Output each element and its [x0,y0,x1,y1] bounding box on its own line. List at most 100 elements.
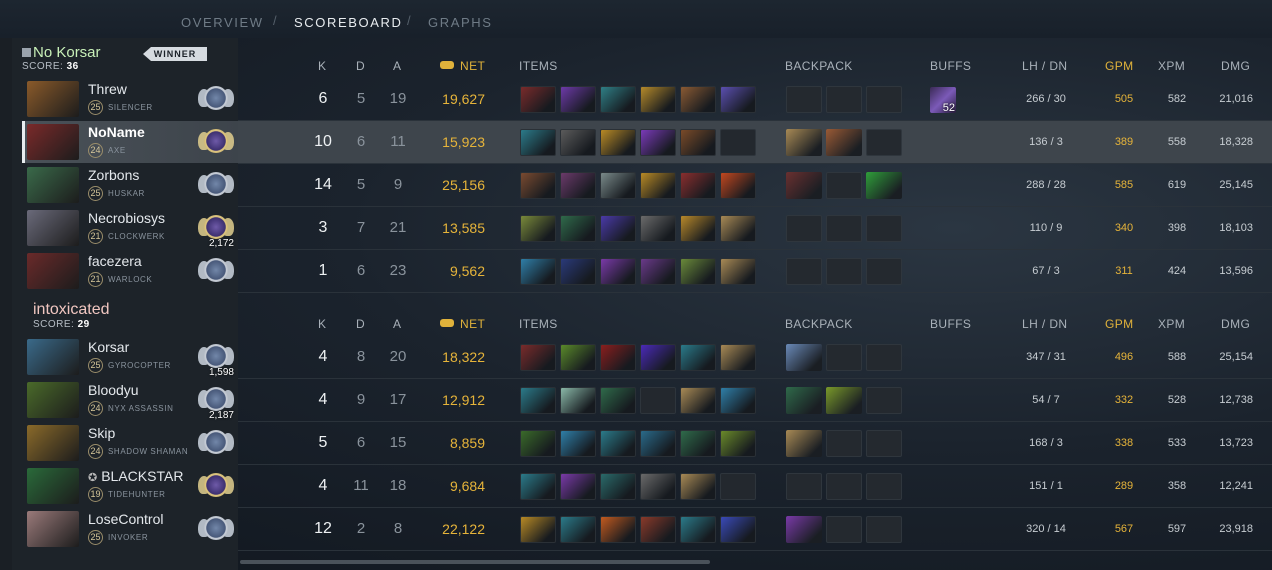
player-name[interactable]: Necrobiosys [88,210,165,226]
empty-backpack-slot[interactable] [866,129,902,156]
item-icon[interactable] [560,344,596,371]
empty-backpack-slot[interactable] [786,258,822,285]
item-icon[interactable] [640,172,676,199]
item-icon[interactable] [520,129,556,156]
player-card[interactable]: ✪ BLACKSTAR 19 TIDEHUNTER [22,465,238,507]
item-icon[interactable] [520,86,556,113]
backpack-item-icon[interactable] [786,172,822,199]
empty-backpack-slot[interactable] [866,258,902,285]
empty-backpack-slot[interactable] [826,86,862,113]
hero-portrait[interactable] [27,511,79,547]
empty-backpack-slot[interactable] [866,473,902,500]
item-icon[interactable] [520,387,556,414]
rank-medal-icon[interactable]: 2,172 [198,209,236,249]
backpack-item-icon[interactable] [786,430,822,457]
player-card[interactable]: Korsar 25 GYROCOPTER 1,598 [22,336,238,378]
item-icon[interactable] [520,473,556,500]
empty-backpack-slot[interactable] [866,516,902,543]
item-icon[interactable] [720,215,756,242]
rank-medal-icon[interactable] [198,467,236,505]
item-icon[interactable] [640,129,676,156]
item-icon[interactable] [520,344,556,371]
empty-backpack-slot[interactable] [826,215,862,242]
item-icon[interactable] [640,86,676,113]
hero-portrait[interactable] [27,81,79,117]
rank-medal-icon[interactable] [198,510,236,548]
item-icon[interactable] [560,215,596,242]
item-icon[interactable] [720,344,756,371]
backpack-item-icon[interactable] [786,387,822,414]
player-name[interactable]: Threw [88,81,127,97]
item-icon[interactable] [600,516,636,543]
item-icon[interactable] [560,387,596,414]
item-icon[interactable] [720,172,756,199]
tab-scoreboard[interactable]: SCOREBOARD [294,15,402,30]
player-name[interactable]: LoseControl [88,511,164,527]
rank-medal-icon[interactable] [198,252,236,290]
item-icon[interactable] [560,172,596,199]
item-icon[interactable] [600,172,636,199]
item-icon[interactable] [720,387,756,414]
item-icon[interactable] [600,473,636,500]
empty-backpack-slot[interactable] [826,172,862,199]
rank-medal-icon[interactable]: 2,187 [198,381,236,421]
hero-portrait[interactable] [27,253,79,289]
player-card[interactable]: Bloodyu 24 NYX ASSASSIN 2,187 [22,379,238,421]
empty-backpack-slot[interactable] [786,215,822,242]
item-icon[interactable] [600,430,636,457]
empty-backpack-slot[interactable] [826,258,862,285]
player-card[interactable]: Necrobiosys 21 CLOCKWERK 2,172 [22,207,238,249]
item-icon[interactable] [640,473,676,500]
item-icon[interactable] [640,215,676,242]
backpack-item-icon[interactable] [866,172,902,199]
tab-overview[interactable]: OVERVIEW [181,15,264,30]
player-name[interactable]: Bloodyu [88,382,139,398]
empty-backpack-slot[interactable] [826,344,862,371]
horizontal-scrollbar[interactable] [240,560,710,564]
empty-backpack-slot[interactable] [866,86,902,113]
empty-backpack-slot[interactable] [866,344,902,371]
item-icon[interactable] [600,344,636,371]
item-icon[interactable] [680,215,716,242]
item-icon[interactable] [520,172,556,199]
rank-medal-icon[interactable] [198,80,236,118]
hero-portrait[interactable] [27,382,79,418]
item-icon[interactable] [560,258,596,285]
buff-icon[interactable]: 52 [930,87,956,114]
item-icon[interactable] [640,344,676,371]
item-icon[interactable] [560,129,596,156]
empty-backpack-slot[interactable] [826,473,862,500]
item-icon[interactable] [680,86,716,113]
hero-portrait[interactable] [27,167,79,203]
player-card[interactable]: Zorbons 25 HUSKAR [22,164,238,206]
backpack-item-icon[interactable] [786,516,822,543]
empty-item-slot[interactable] [720,473,756,500]
player-name[interactable]: ✪ BLACKSTAR [88,468,183,484]
item-icon[interactable] [640,516,676,543]
rank-medal-icon[interactable] [198,123,236,161]
hero-portrait[interactable] [27,468,79,504]
tab-graphs[interactable]: GRAPHS [428,15,493,30]
empty-backpack-slot[interactable] [866,387,902,414]
backpack-item-icon[interactable] [786,344,822,371]
empty-backpack-slot[interactable] [826,430,862,457]
item-icon[interactable] [600,258,636,285]
empty-backpack-slot[interactable] [786,86,822,113]
player-card[interactable]: facezera 21 WARLOCK [22,250,238,292]
item-icon[interactable] [600,86,636,113]
item-icon[interactable] [680,129,716,156]
player-card[interactable]: Skip 24 SHADOW SHAMAN [22,422,238,464]
item-icon[interactable] [560,516,596,543]
item-icon[interactable] [520,215,556,242]
player-name[interactable]: Korsar [88,339,129,355]
player-card[interactable]: NoName 24 AXE [22,121,238,163]
backpack-item-icon[interactable] [826,129,862,156]
backpack-item-icon[interactable] [826,387,862,414]
item-icon[interactable] [560,473,596,500]
player-name[interactable]: NoName [88,124,145,140]
item-icon[interactable] [520,516,556,543]
empty-item-slot[interactable] [720,129,756,156]
player-name[interactable]: Zorbons [88,167,139,183]
item-icon[interactable] [560,86,596,113]
item-icon[interactable] [680,516,716,543]
